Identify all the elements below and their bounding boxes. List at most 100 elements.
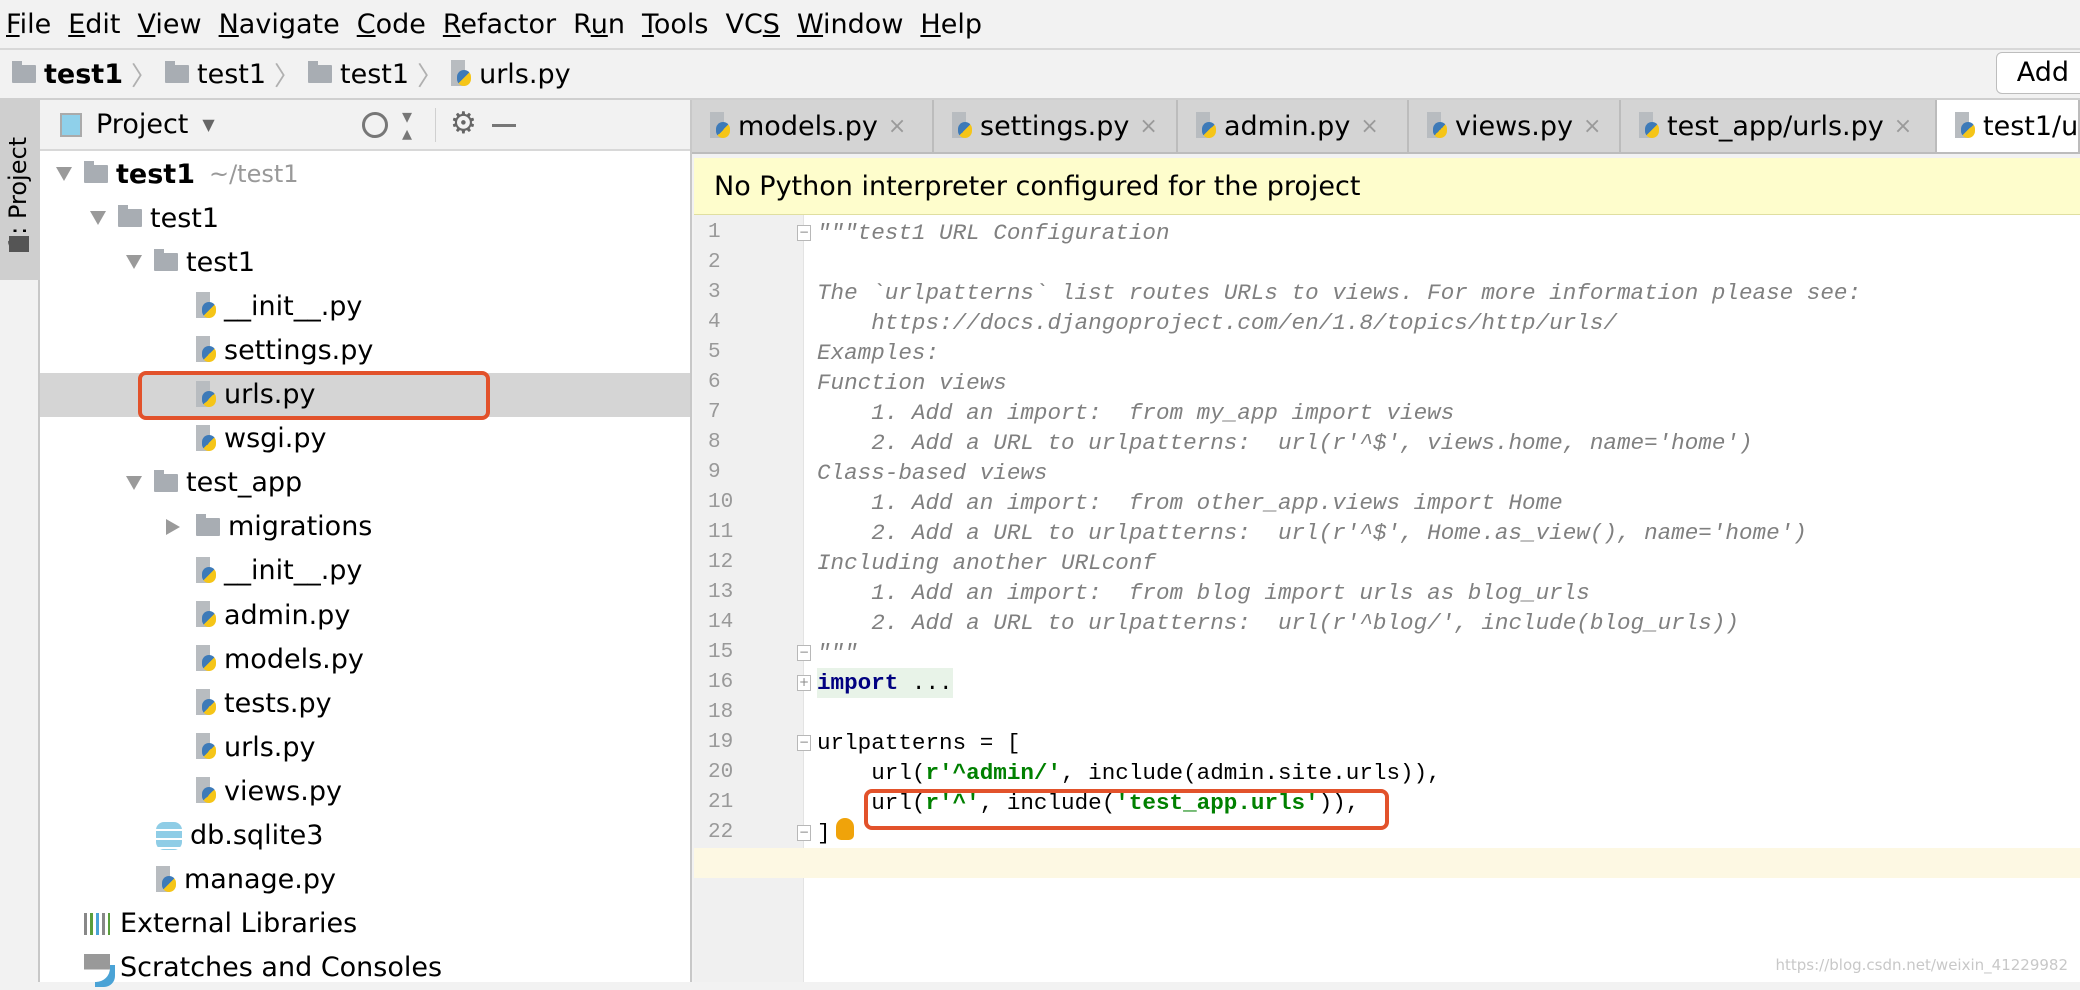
collapse-fold-icon[interactable]: − <box>797 225 811 241</box>
tree-item[interactable]: urls.py <box>40 725 690 769</box>
expand-fold-icon[interactable]: + <box>797 675 811 691</box>
menu-run[interactable]: Run <box>573 9 625 40</box>
hide-icon[interactable] <box>492 124 516 127</box>
menu-help[interactable]: Help <box>920 9 982 40</box>
python-file-icon <box>196 292 218 320</box>
code-token: 2. Add a URL to urlpatterns: url(r'^$', … <box>817 430 1753 456</box>
locate-icon[interactable] <box>362 112 388 138</box>
code-token: https://docs.djangoproject.com/en/1.8/to… <box>817 310 1617 336</box>
lightbulb-icon[interactable] <box>836 818 854 840</box>
expand-arrow-icon[interactable] <box>126 475 142 490</box>
breadcrumb-item[interactable]: urls.py <box>451 59 571 90</box>
menu-code[interactable]: Code <box>357 9 426 40</box>
close-icon[interactable]: × <box>1360 114 1378 139</box>
tree-item[interactable]: test1 ~/test1 <box>40 152 690 196</box>
line-number: 4 <box>708 311 721 334</box>
gear-icon[interactable]: ⚙ <box>450 106 477 141</box>
tab-label: views.py <box>1455 110 1573 142</box>
tab-label: admin.py <box>1224 110 1351 142</box>
breadcrumb-item[interactable]: test1 <box>12 59 123 90</box>
tree-item-label: __init__.py <box>224 290 363 322</box>
tree-item[interactable]: __init__.py <box>40 284 690 328</box>
tab-models-py[interactable]: models.py × <box>692 100 934 152</box>
menu-view[interactable]: View <box>138 9 202 40</box>
tree-item[interactable]: manage.py <box>40 858 690 902</box>
menu-navigate[interactable]: Navigate <box>219 9 340 40</box>
project-view-selector[interactable]: Project <box>96 109 188 140</box>
tab-test-app-urls-py[interactable]: test_app/urls.py × <box>1621 100 1937 152</box>
tab-test1-urls-py[interactable]: test1/urls.py <box>1937 100 2080 152</box>
collapse-all-icon[interactable]: ▾ ▴ <box>402 106 412 143</box>
tree-item[interactable]: db.sqlite3 <box>40 814 690 858</box>
divider <box>435 108 436 142</box>
code-line: 2. Add a URL to urlpatterns: url(r'^blog… <box>817 608 1739 638</box>
menu-tools[interactable]: Tools <box>642 9 709 40</box>
tab-views-py[interactable]: views.py × <box>1409 100 1621 152</box>
code-token: Including another URLconf <box>817 550 1156 576</box>
menu-file[interactable]: File <box>6 9 51 40</box>
add-configuration-button[interactable]: Add <box>1995 52 2080 94</box>
close-icon[interactable]: × <box>1139 114 1157 139</box>
tree-item-label: manage.py <box>184 864 336 896</box>
menu-edit[interactable]: Edit <box>68 9 120 40</box>
close-icon[interactable]: × <box>888 114 906 139</box>
collapse-fold-icon[interactable]: − <box>797 645 811 661</box>
tree-item[interactable]: test1 <box>40 196 690 240</box>
library-icon <box>84 912 110 935</box>
chevron-down-icon[interactable]: ▼ <box>202 115 214 134</box>
code-line: """test1 URL Configuration <box>817 218 1170 248</box>
line-number: 13 <box>708 581 734 604</box>
menu-vcs[interactable]: VCS <box>725 9 779 40</box>
tab-admin-py[interactable]: admin.py × <box>1178 100 1409 152</box>
code-line: 1. Add an import: from blog import urls … <box>817 578 1590 608</box>
line-number: 10 <box>708 491 734 514</box>
menu-window[interactable]: Window <box>797 9 903 40</box>
tree-item[interactable]: admin.py <box>40 593 690 637</box>
tree-item[interactable]: settings.py <box>40 328 690 372</box>
line-number: 20 <box>708 761 734 784</box>
expand-arrow-icon[interactable] <box>56 167 72 181</box>
project-tool-window-tab[interactable]: 1: Project <box>0 100 40 280</box>
tree-item[interactable]: tests.py <box>40 681 690 725</box>
collapse-fold-icon[interactable]: − <box>797 735 811 751</box>
tree-item[interactable]: test_app <box>40 461 690 505</box>
tree-item[interactable]: External Libraries <box>40 902 690 946</box>
code-token: ] <box>817 820 831 846</box>
tree-item[interactable]: __init__.py <box>40 549 690 593</box>
code-line: urlpatterns = [ <box>817 728 1020 758</box>
python-file-icon <box>196 601 218 629</box>
close-icon[interactable]: × <box>1894 114 1912 139</box>
code-line: 2. Add a URL to urlpatterns: url(r'^$', … <box>817 518 1807 548</box>
tree-item[interactable]: wsgi.py <box>40 417 690 461</box>
tree-item-label: views.py <box>224 775 342 807</box>
editor-tabs: models.py × settings.py × admin.py × views.py ×… <box>692 100 2080 154</box>
tree-item[interactable]: migrations <box>40 505 690 549</box>
breadcrumb-item[interactable]: test1 <box>165 59 266 90</box>
python-file-icon <box>451 60 473 88</box>
python-file-icon <box>196 733 218 761</box>
line-number: 12 <box>708 551 734 574</box>
close-icon[interactable]: × <box>1583 114 1601 139</box>
menu-refactor[interactable]: Refactor <box>443 9 556 40</box>
expand-arrow-icon[interactable] <box>90 211 106 226</box>
line-number: 7 <box>708 401 721 424</box>
collapse-fold-icon[interactable]: − <box>797 825 811 841</box>
code-token: 1. Add an import: from my_app import vie… <box>817 400 1455 426</box>
line-number: 11 <box>708 521 734 544</box>
tab-settings-py[interactable]: settings.py × <box>934 100 1178 152</box>
line-number: 18 <box>708 701 734 724</box>
expand-arrow-icon[interactable] <box>126 255 142 270</box>
breadcrumb-item[interactable]: test1 <box>308 59 409 90</box>
tree-item[interactable]: views.py <box>40 769 690 813</box>
code-editor[interactable]: 12345678910111213141516181920212223 """t… <box>694 215 2080 982</box>
line-number: 8 <box>708 431 721 454</box>
code-token: 1. Add an import: from other_app.views i… <box>817 490 1563 516</box>
code-line: Class-based views <box>817 458 1048 488</box>
collapse-arrow-icon[interactable] <box>166 518 180 535</box>
tree-item[interactable]: models.py <box>40 637 690 681</box>
tab-label: settings.py <box>980 110 1130 142</box>
tree-item[interactable]: Scratches and Consoles <box>40 946 690 990</box>
line-number: 21 <box>708 791 734 814</box>
tree-item[interactable]: test1 <box>40 240 690 284</box>
tree-item-label: tests.py <box>224 687 332 719</box>
